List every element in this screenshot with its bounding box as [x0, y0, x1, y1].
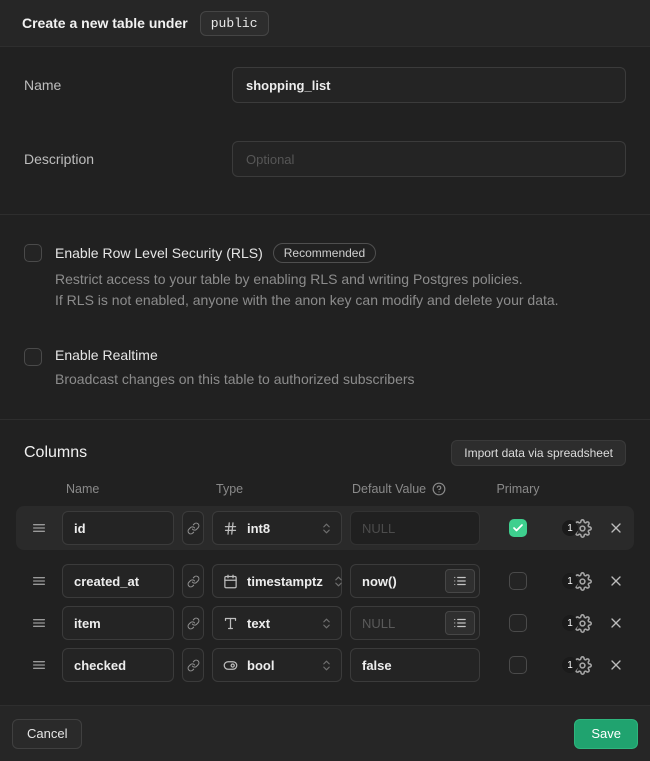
- columns-header-row: Name Type Default Value Primary: [24, 482, 626, 496]
- rls-description: Restrict access to your table by enablin…: [55, 269, 559, 311]
- primary-checkbox[interactable]: [509, 656, 527, 674]
- help-icon[interactable]: [432, 482, 446, 496]
- header-type: Type: [212, 482, 342, 496]
- settings-count-badge: 1: [562, 657, 578, 673]
- panel-title: Create a new table under: [22, 15, 188, 31]
- column-name-input[interactable]: [62, 564, 174, 598]
- table-options-section: Enable Row Level Security (RLS) Recommen…: [0, 215, 650, 420]
- columns-section: Columns Import data via spreadsheet Name…: [0, 420, 650, 705]
- default-value-input[interactable]: [362, 521, 475, 536]
- column-row: bool 1: [16, 648, 634, 682]
- chevrons-up-down-icon: [320, 522, 333, 535]
- rls-checkbox[interactable]: [24, 244, 42, 262]
- schema-chip: public: [200, 11, 269, 36]
- realtime-toggle-row: Enable Realtime Broadcast changes on thi…: [24, 347, 626, 390]
- header-primary: Primary: [488, 482, 548, 496]
- settings-count-badge: 1: [562, 520, 578, 536]
- default-value-field[interactable]: [350, 606, 480, 640]
- column-type-label: text: [247, 616, 311, 631]
- description-label: Description: [24, 151, 232, 167]
- header-default-value: Default Value: [350, 482, 480, 496]
- settings-count-badge: 1: [562, 573, 578, 589]
- table-details-section: Name Description: [0, 47, 650, 215]
- default-value-input[interactable]: [362, 616, 445, 631]
- columns-title: Columns: [24, 444, 87, 462]
- rls-label: Enable Row Level Security (RLS): [55, 245, 263, 261]
- panel-footer: Cancel Save: [0, 705, 650, 761]
- table-description-input[interactable]: [232, 141, 626, 177]
- column-name-input[interactable]: [62, 511, 174, 545]
- column-type-select[interactable]: text: [212, 606, 342, 640]
- column-row: text 1: [16, 606, 634, 640]
- type-icon: [223, 616, 238, 631]
- column-type-label: timestamptz: [247, 574, 323, 589]
- chevrons-up-down-icon: [332, 575, 345, 588]
- drag-handle-icon[interactable]: [24, 573, 54, 589]
- chevrons-up-down-icon: [320, 659, 333, 672]
- column-type-select[interactable]: timestamptz: [212, 564, 342, 598]
- chevrons-up-down-icon: [320, 617, 333, 630]
- column-name-input[interactable]: [62, 648, 174, 682]
- default-value-field[interactable]: [350, 511, 480, 545]
- realtime-description: Broadcast changes on this table to autho…: [55, 369, 415, 390]
- name-label: Name: [24, 77, 232, 93]
- column-row: int8 1: [16, 506, 634, 550]
- default-value-input[interactable]: [362, 658, 475, 673]
- drag-handle-icon[interactable]: [24, 615, 54, 631]
- rls-toggle-row: Enable Row Level Security (RLS) Recommen…: [24, 243, 626, 311]
- drag-handle-icon[interactable]: [24, 657, 54, 673]
- foreign-key-link-icon[interactable]: [182, 648, 204, 682]
- foreign-key-link-icon[interactable]: [182, 564, 204, 598]
- primary-checkbox[interactable]: [509, 614, 527, 632]
- toggle-icon: [223, 658, 238, 673]
- default-value-input[interactable]: [362, 574, 445, 589]
- header-name: Name: [62, 482, 174, 496]
- settings-count-badge: 1: [562, 615, 578, 631]
- drag-handle-icon[interactable]: [24, 520, 54, 536]
- column-settings-button[interactable]: 1: [562, 572, 592, 591]
- column-type-select[interactable]: int8: [212, 511, 342, 545]
- panel-header: Create a new table under public: [0, 0, 650, 47]
- remove-column-button[interactable]: [606, 518, 626, 538]
- calendar-icon: [223, 574, 238, 589]
- column-type-select[interactable]: bool: [212, 648, 342, 682]
- default-value-menu-button[interactable]: [445, 569, 475, 593]
- column-settings-button[interactable]: 1: [562, 614, 592, 633]
- primary-checkbox[interactable]: [509, 519, 527, 537]
- import-spreadsheet-button[interactable]: Import data via spreadsheet: [451, 440, 626, 466]
- remove-column-button[interactable]: [606, 655, 626, 675]
- column-rows: int8 1 timestamptz: [24, 506, 626, 682]
- column-type-label: int8: [247, 521, 311, 536]
- default-value-menu-button[interactable]: [445, 611, 475, 635]
- cancel-button[interactable]: Cancel: [12, 719, 82, 749]
- default-value-field[interactable]: [350, 648, 480, 682]
- column-settings-button[interactable]: 1: [562, 656, 592, 675]
- column-type-label: bool: [247, 658, 311, 673]
- column-row: timestamptz 1: [16, 564, 634, 598]
- recommended-badge: Recommended: [273, 243, 376, 263]
- hash-icon: [223, 521, 238, 536]
- remove-column-button[interactable]: [606, 613, 626, 633]
- realtime-label: Enable Realtime: [55, 347, 158, 363]
- remove-column-button[interactable]: [606, 571, 626, 591]
- column-settings-button[interactable]: 1: [562, 519, 592, 538]
- default-value-field[interactable]: [350, 564, 480, 598]
- realtime-checkbox[interactable]: [24, 348, 42, 366]
- foreign-key-link-icon[interactable]: [182, 606, 204, 640]
- primary-checkbox[interactable]: [509, 572, 527, 590]
- column-name-input[interactable]: [62, 606, 174, 640]
- save-button[interactable]: Save: [574, 719, 638, 749]
- foreign-key-link-icon[interactable]: [182, 511, 204, 545]
- table-name-input[interactable]: [232, 67, 626, 103]
